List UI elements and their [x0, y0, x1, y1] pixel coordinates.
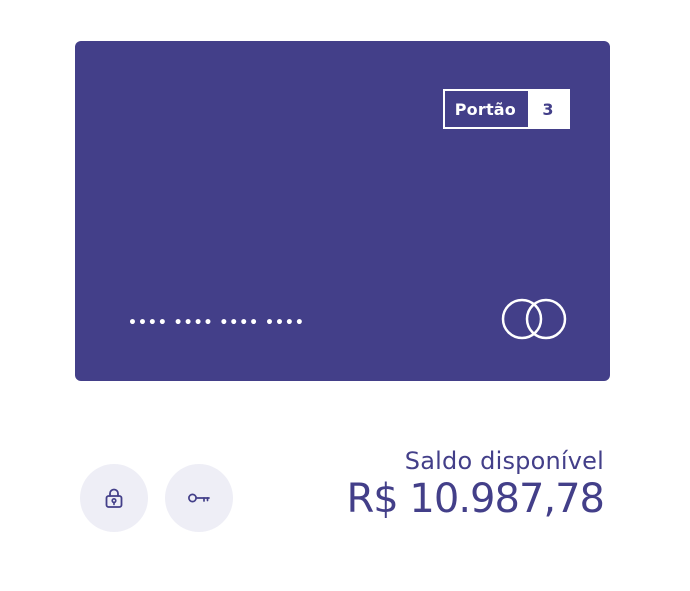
balance-value: R$ 10.987,78 [346, 476, 605, 522]
lock-card-button[interactable] [80, 464, 148, 532]
credit-card[interactable]: Portão 3 •••• •••• •••• •••• [75, 41, 610, 381]
lock-icon [105, 488, 123, 508]
password-button[interactable] [165, 464, 233, 532]
badge-label: Portão [454, 99, 516, 119]
key-icon [188, 493, 210, 503]
card-number: •••• •••• •••• •••• [128, 315, 305, 331]
mastercard-outline-icon [501, 298, 567, 340]
balance-panel: Saldo disponível R$ 10.987,78 [346, 445, 605, 523]
badge-number: 3 [528, 91, 568, 127]
balance-label: Saldo disponível [404, 447, 604, 475]
card-badge: Portão 3 [442, 89, 570, 129]
